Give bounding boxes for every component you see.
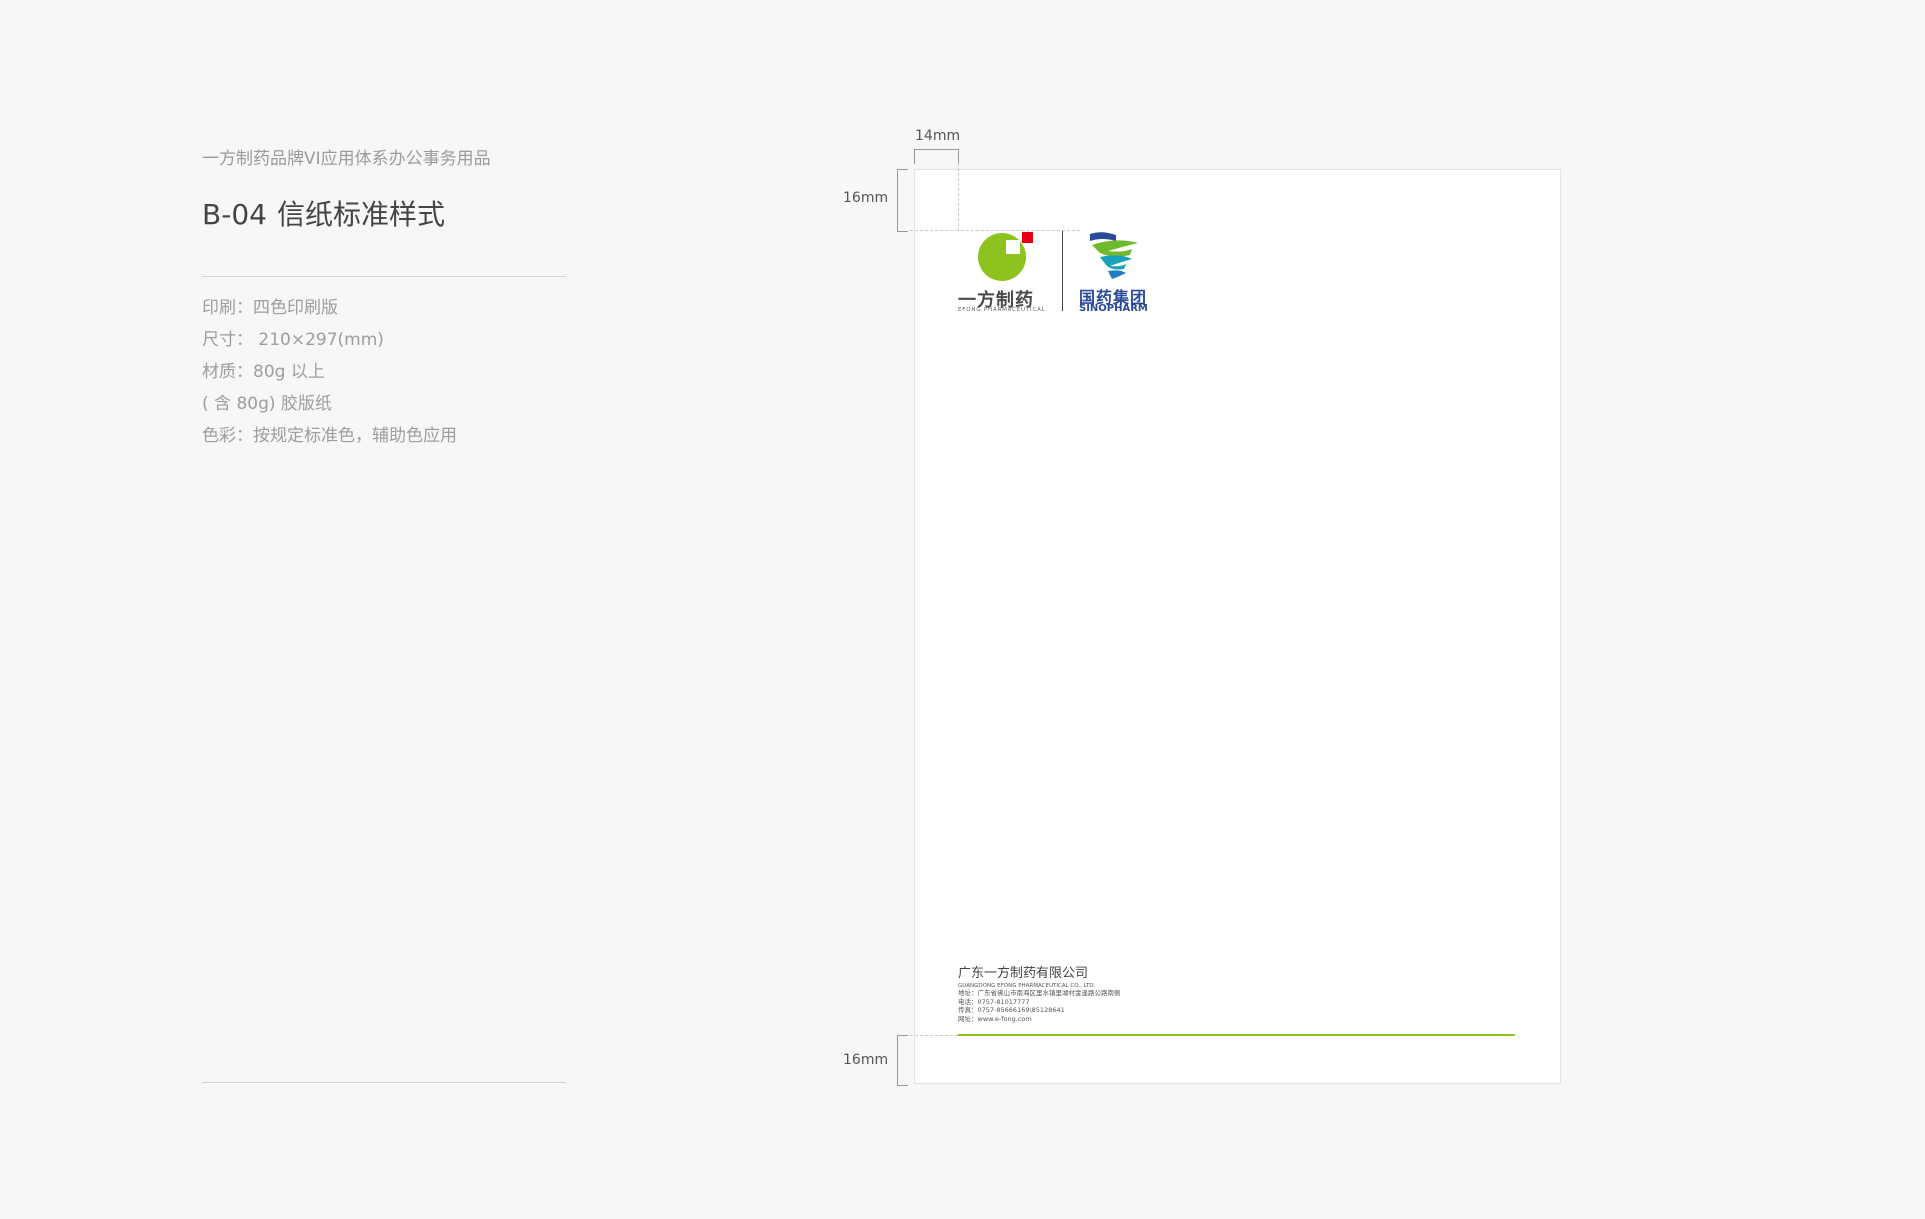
spec-item-print: 印刷：四色印刷版 bbox=[202, 298, 338, 318]
footer-green-rule bbox=[958, 1034, 1515, 1036]
logo-divider bbox=[1062, 231, 1063, 311]
sinopharm-logo-en: SINOPHARM bbox=[1079, 303, 1148, 314]
margin-guide-bottom bbox=[910, 1035, 958, 1036]
page-title: B-04 信纸标准样式 bbox=[202, 193, 445, 233]
company-name-cn: 广东一方制药有限公司 bbox=[958, 966, 1089, 981]
letterhead-footer: 广东一方制药有限公司 GUANGDONG EFONG PHARMACEUTICA… bbox=[958, 962, 1121, 1023]
page-code: B-04 bbox=[202, 198, 267, 231]
spec-list: 印刷：四色印刷版 尺寸： 210×297(mm) 材质：80g 以上 ( 含 8… bbox=[202, 292, 457, 452]
margin-guide-left bbox=[958, 163, 959, 231]
dim-bottom-margin-bracket bbox=[897, 1035, 908, 1086]
footer-fax: 传真：0757-85666169\85128641 bbox=[958, 1006, 1065, 1014]
sinopharm-logo-icon bbox=[1090, 232, 1138, 279]
spec-item-material: 材质：80g 以上 bbox=[202, 362, 325, 382]
footer-phone: 电话：0757-81017777 bbox=[958, 997, 1030, 1006]
page-subtitle: 一方制药品牌VI应用体系办公事务用品 bbox=[202, 149, 491, 169]
dim-left-margin-bracket bbox=[914, 149, 959, 164]
page-title-text: 信纸标准样式 bbox=[276, 198, 445, 231]
footer-address: 地址：广东省佛山市南海区里水镇里湖村金逢路公路南侧 bbox=[958, 989, 1121, 997]
spec-item-size: 尺寸： 210×297(mm) bbox=[202, 330, 384, 350]
efong-logo-en: EFONG PHARMACEUTICAL bbox=[958, 307, 1046, 313]
dim-bottom-margin-label: 16mm bbox=[843, 1052, 889, 1068]
dim-top-margin-bracket bbox=[897, 169, 908, 232]
dim-top-margin-label: 16mm bbox=[843, 190, 889, 206]
dim-left-margin-label: 14mm bbox=[915, 128, 961, 144]
spec-item-color: 色彩：按规定标准色，辅助色应用 bbox=[202, 426, 457, 446]
spec-item-paper: ( 含 80g) 胶版纸 bbox=[202, 394, 332, 414]
footer-website: 网址：www.e-fong.com bbox=[958, 1014, 1032, 1023]
bottom-divider bbox=[202, 1082, 566, 1083]
title-divider bbox=[202, 276, 566, 277]
